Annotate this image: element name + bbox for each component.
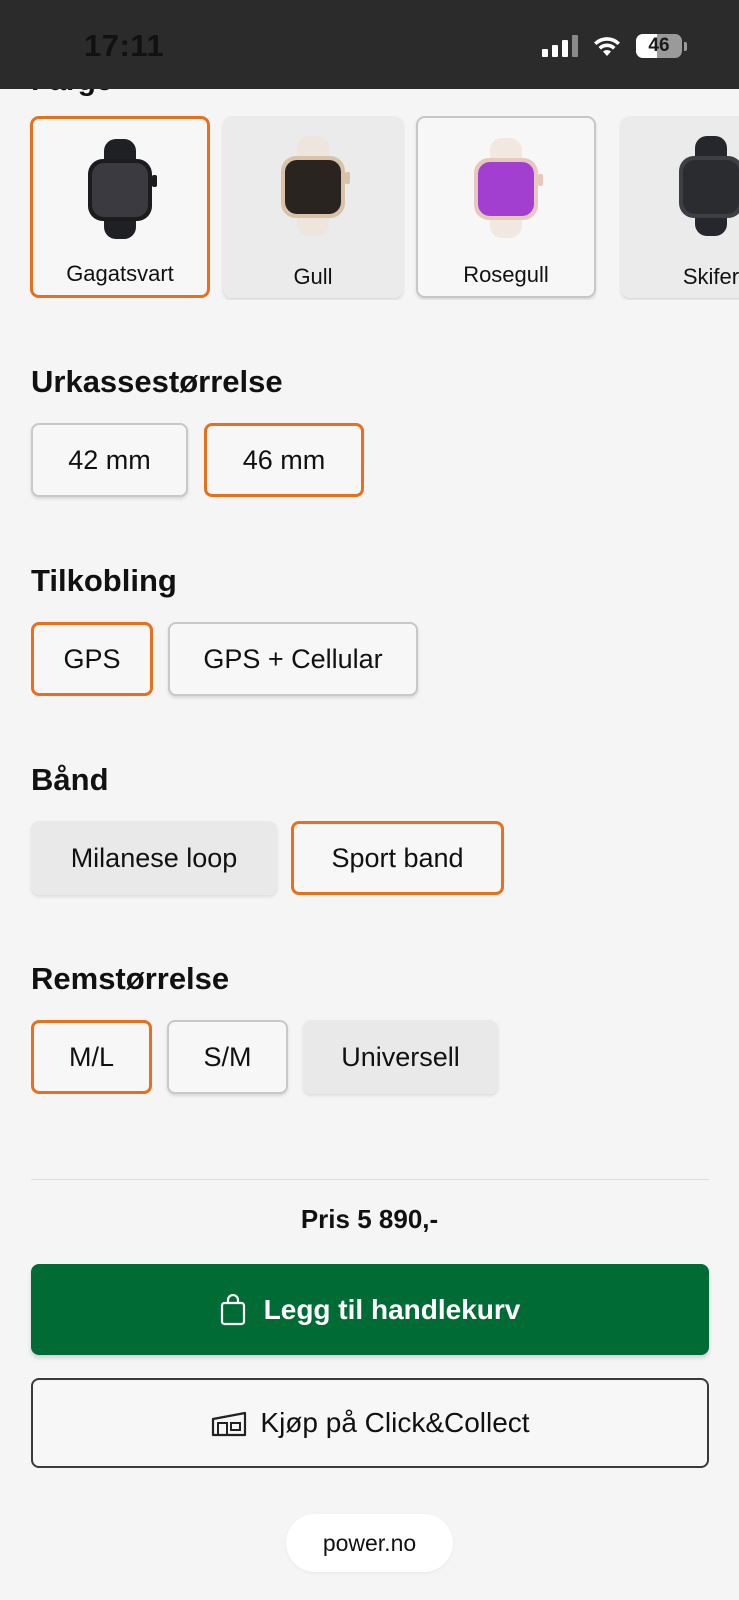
watch-crown: [345, 172, 350, 184]
color-swatch-gagatsvart[interactable]: Gagatsvart: [30, 116, 210, 298]
watch-image-icon: [281, 136, 350, 236]
divider: [31, 1179, 709, 1180]
watch-image-icon: [88, 139, 157, 239]
watch-crown: [152, 175, 157, 187]
add-to-cart-label: Legg til handlekurv: [263, 1293, 521, 1325]
status-icons-overlay: 46: [542, 34, 687, 58]
browser-url-bar[interactable]: power.no: [286, 1514, 453, 1572]
watch-screen: [92, 163, 148, 217]
watch-image-icon: [679, 136, 739, 236]
shopping-bag-icon: [220, 1293, 245, 1325]
watch-screen: [478, 162, 534, 216]
strap-size-option-sm[interactable]: S/M: [167, 1020, 288, 1094]
browser-url-text: power.no: [322, 1529, 417, 1556]
band-option-sport-band[interactable]: Sport band: [291, 821, 504, 895]
color-swatch-label: Gagatsvart: [66, 261, 174, 286]
connectivity-option-gps[interactable]: GPS: [31, 622, 153, 696]
connectivity-option-gps-cellular[interactable]: GPS + Cellular: [168, 622, 418, 696]
watch-crown: [538, 174, 543, 186]
cellular-signal-icon-overlay: [542, 35, 578, 57]
color-swatch-rosegull[interactable]: Rosegull: [416, 116, 596, 298]
strap-size-option-universell[interactable]: Universell: [303, 1020, 498, 1094]
strap-size-title: Remstørrelse: [31, 961, 230, 996]
price: Pris 5 890,-: [300, 1204, 439, 1234]
watch-screen: [285, 160, 341, 214]
band-option-milanese-loop[interactable]: Milanese loop: [31, 821, 277, 895]
battery-icon-overlay: 46: [636, 34, 682, 58]
store-icon: [212, 1411, 247, 1437]
case-size-option-46mm[interactable]: 46 mm: [204, 423, 364, 497]
battery-tip-overlay: [684, 41, 687, 51]
status-bar-content: 17:11 46: [0, 0, 739, 89]
status-time-label: 17:11: [84, 28, 165, 63]
add-to-cart-button[interactable]: Legg til handlekurv: [31, 1264, 709, 1355]
case-size-option-42mm[interactable]: 42 mm: [31, 423, 188, 497]
connectivity-title: Tilkobling: [31, 563, 177, 598]
case-size-title: Urkassestørrelse: [31, 364, 283, 399]
wifi-icon-overlay: [594, 37, 620, 56]
watch-screen: [683, 160, 739, 214]
band-title: Bånd: [31, 762, 109, 797]
color-swatch-gull[interactable]: Gull: [223, 116, 403, 298]
color-swatch-label: Skifer: [682, 264, 739, 289]
click-collect-label: Kjøp på Click&Collect: [260, 1407, 530, 1438]
click-collect-button[interactable]: Kjøp på Click&Collect: [31, 1378, 709, 1468]
color-swatch-skifer[interactable]: Skifer: [621, 116, 739, 298]
watch-image-icon: [474, 138, 543, 238]
battery-level-overlay: 46: [648, 35, 670, 56]
color-swatch-label: Gull: [293, 264, 333, 289]
strap-size-option-ml[interactable]: M/L: [31, 1020, 152, 1094]
color-swatch-row: Gagatsvart Gull Rosegull Skifer: [30, 116, 739, 300]
color-swatch-label: Rosegull: [463, 262, 549, 287]
